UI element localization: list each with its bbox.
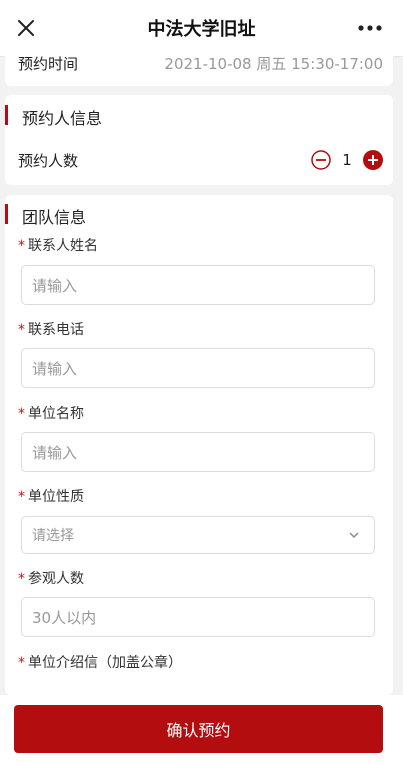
booking-time-card: 预约时间 2021-10-08 周五 15:30-17:00 <box>5 56 393 86</box>
more-button[interactable] <box>357 18 383 38</box>
required-mark: * <box>18 655 25 671</box>
org-type-placeholder: 请选择 <box>32 528 74 544</box>
org-type-select[interactable]: 请选择 <box>21 516 375 554</box>
team-info-title: 团队信息 <box>22 208 87 227</box>
required-mark: * <box>18 238 25 254</box>
booker-count-stepper: 1 <box>311 150 383 170</box>
org-name-label: * 单位名称 <box>18 406 84 422</box>
intro-letter-label: * 单位介绍信（加盖公章） <box>18 655 182 671</box>
visitor-count-placeholder: 30人以内 <box>32 608 97 627</box>
more-icon <box>358 25 382 31</box>
booker-count-label: 预约人数 <box>18 151 79 170</box>
contact-phone-label: * 联系电话 <box>18 322 84 338</box>
page-title: 中法大学旧址 <box>147 19 256 40</box>
required-mark: * <box>18 489 25 505</box>
minus-circle-icon[interactable] <box>311 150 331 170</box>
contact-name-label: * 联系人姓名 <box>18 238 98 254</box>
section-accent-bar <box>5 105 8 125</box>
booker-info-card: 预约人信息 预约人数 1 <box>5 95 393 185</box>
org-type-label: * 单位性质 <box>18 489 84 505</box>
close-icon <box>18 20 34 36</box>
chevron-down-icon <box>349 532 359 538</box>
required-mark: * <box>18 406 25 422</box>
visitor-count-label: * 参观人数 <box>18 571 84 587</box>
required-mark: * <box>18 571 25 587</box>
required-mark: * <box>18 322 25 338</box>
section-accent-bar <box>5 204 8 224</box>
close-button[interactable] <box>14 16 38 40</box>
visitor-count-input[interactable]: 30人以内 <box>21 597 375 637</box>
plus-circle-icon[interactable] <box>363 150 383 170</box>
booking-time-label: 预约时间 <box>18 55 79 73</box>
contact-phone-input[interactable]: 请输入 <box>21 348 375 388</box>
booker-info-title: 预约人信息 <box>22 109 103 128</box>
team-info-card: 团队信息 * 联系人姓名 请输入 * 联系电话 请输入 * 单位名称 请输入 * 单位性… <box>5 195 393 695</box>
top-bar: 中法大学旧址 <box>0 0 403 56</box>
org-name-placeholder: 请输入 <box>32 443 78 462</box>
booker-count-value: 1 <box>342 151 352 169</box>
contact-name-placeholder: 请输入 <box>32 276 78 295</box>
booker-count-row: 预约人数 1 <box>18 147 383 173</box>
confirm-booking-button[interactable]: 确认预约 <box>14 705 383 753</box>
contact-name-input[interactable]: 请输入 <box>21 265 375 305</box>
contact-phone-placeholder: 请输入 <box>32 359 78 378</box>
org-name-input[interactable]: 请输入 <box>21 432 375 472</box>
booking-time-value: 2021-10-08 周五 15:30-17:00 <box>164 55 383 73</box>
